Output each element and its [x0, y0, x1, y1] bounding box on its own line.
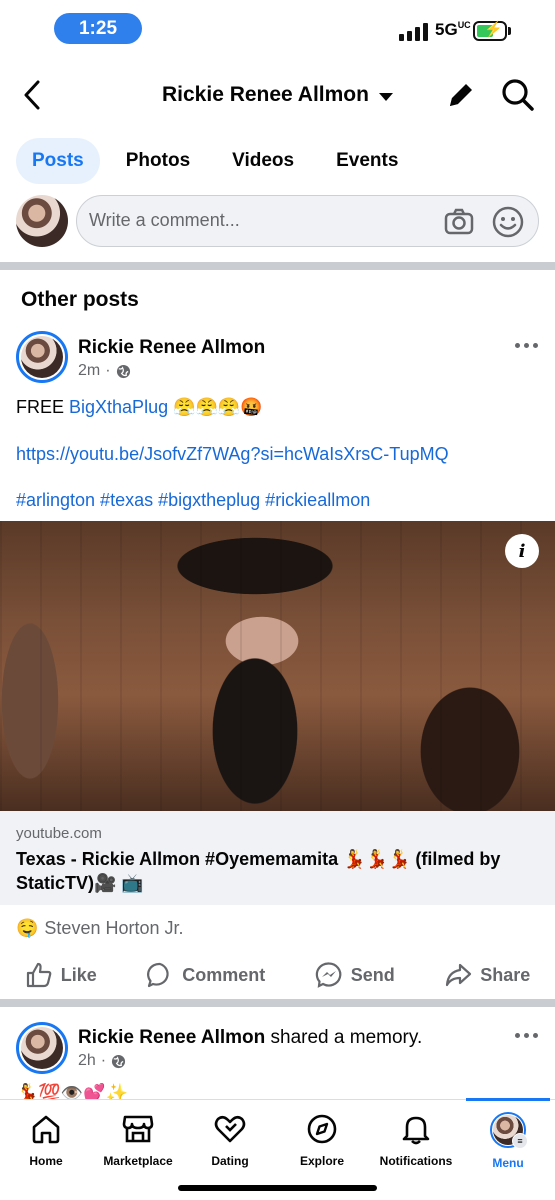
home-indicator — [178, 1185, 377, 1191]
status-bar: 1:25 5GUC ⚡ — [0, 0, 555, 58]
nav-home[interactable]: Home — [0, 1112, 92, 1168]
more-options-icon[interactable] — [515, 341, 539, 349]
info-icon[interactable]: i — [505, 534, 539, 568]
nav-marketplace[interactable]: Marketplace — [92, 1112, 184, 1168]
avatar[interactable] — [16, 195, 68, 247]
comment-icon — [147, 962, 169, 988]
network-suffix: UC — [457, 20, 471, 30]
cellular-signal-icon — [399, 23, 428, 41]
profile-switcher[interactable]: Rickie Renee Allmon — [162, 83, 393, 107]
pencil-icon[interactable] — [444, 78, 478, 112]
send-button[interactable]: Send — [315, 961, 395, 989]
globe-icon — [112, 1054, 126, 1068]
post-author-avatar[interactable] — [16, 331, 68, 383]
status-time: 1:25 — [54, 13, 142, 44]
post-action-text: shared a memory. — [265, 1027, 423, 1048]
active-tab-indicator — [466, 1098, 550, 1101]
nav-explore[interactable]: Explore — [276, 1112, 368, 1168]
menu-avatar: ≡ — [490, 1112, 528, 1149]
post-hashtags[interactable]: #arlington #texas #bigxtheplug #rickieal… — [16, 489, 370, 511]
post-emoji: 😤😤😤🤬 — [173, 397, 263, 417]
bell-icon — [402, 1116, 430, 1145]
caret-down-icon — [378, 92, 393, 101]
video-thumbnail[interactable] — [0, 521, 555, 811]
tab-videos[interactable]: Videos — [216, 138, 310, 184]
post-divider — [0, 999, 555, 1007]
network-type: 5GUC — [435, 20, 471, 39]
home-icon — [32, 1115, 60, 1144]
profile-tabs: Posts Photos Videos Events — [16, 138, 414, 184]
battery-icon: ⚡ — [473, 21, 507, 41]
post-actions: Like Comment Send Share — [0, 952, 555, 998]
comment-button[interactable]: Comment — [146, 961, 265, 989]
like-button[interactable]: Like — [25, 961, 97, 989]
page-header: Rickie Renee Allmon — [0, 60, 555, 130]
comment-input[interactable]: Write a comment... — [76, 195, 539, 247]
more-options-icon[interactable] — [515, 1031, 539, 1039]
tab-posts[interactable]: Posts — [16, 138, 100, 184]
globe-icon — [116, 364, 130, 378]
link-preview-card[interactable]: youtube.com Texas - Rickie Allmon #Oyeme… — [0, 811, 555, 905]
nav-notifications[interactable]: Notifications — [370, 1112, 462, 1168]
post-time: 2h — [78, 1052, 96, 1069]
emoji-icon[interactable] — [491, 205, 525, 239]
messenger-icon — [315, 962, 342, 988]
dating-icon — [214, 1115, 246, 1143]
post-author-name[interactable]: Rickie Renee Allmon — [78, 337, 265, 359]
marketplace-icon — [122, 1115, 154, 1143]
share-arrow-icon — [446, 963, 472, 987]
link-domain: youtube.com — [16, 825, 102, 842]
post-author-avatar[interactable] — [16, 1022, 68, 1074]
nav-dating[interactable]: Dating — [184, 1112, 276, 1168]
section-title: Other posts — [21, 288, 139, 311]
post-preview-text: 💃💯👁️💕✨ — [16, 1083, 129, 1099]
post-url-link[interactable]: https://youtu.be/JsofvZf7WAg?si=hcWaIsXr… — [16, 443, 449, 465]
link-title: Texas - Rickie Allmon #Oyememamita 💃💃💃 (… — [16, 849, 501, 893]
post-author-name[interactable]: Rickie Renee Allmon — [78, 1027, 265, 1048]
search-icon[interactable] — [500, 77, 536, 113]
reaction-name: Steven Horton Jr. — [44, 918, 184, 938]
reactions-summary[interactable]: 🤤 Steven Horton Jr. — [16, 918, 184, 939]
nav-menu[interactable]: ≡ Menu — [462, 1112, 554, 1170]
reaction-emoji: 🤤 — [16, 918, 39, 938]
post-text-line1: FREE BigXthaPlug 😤😤😤🤬 — [16, 397, 263, 417]
page-title: Rickie Renee Allmon — [162, 83, 369, 106]
explore-icon — [307, 1114, 337, 1144]
hamburger-icon: ≡ — [512, 1133, 528, 1149]
post-author-line: Rickie Renee Allmon shared a memory. — [78, 1027, 422, 1049]
comment-placeholder: Write a comment... — [89, 210, 240, 230]
share-button[interactable]: Share — [444, 961, 530, 989]
tagged-link[interactable]: BigXthaPlug — [69, 397, 168, 417]
thumbs-up-icon — [26, 962, 52, 988]
section-divider — [0, 262, 555, 270]
camera-icon[interactable] — [443, 206, 475, 238]
post-time: 2m — [78, 362, 101, 379]
post-timestamp: 2h · — [78, 1052, 126, 1070]
post-timestamp: 2m · — [78, 362, 131, 380]
tab-events[interactable]: Events — [320, 138, 414, 184]
tab-photos[interactable]: Photos — [110, 138, 206, 184]
back-arrow-icon[interactable] — [18, 78, 48, 112]
